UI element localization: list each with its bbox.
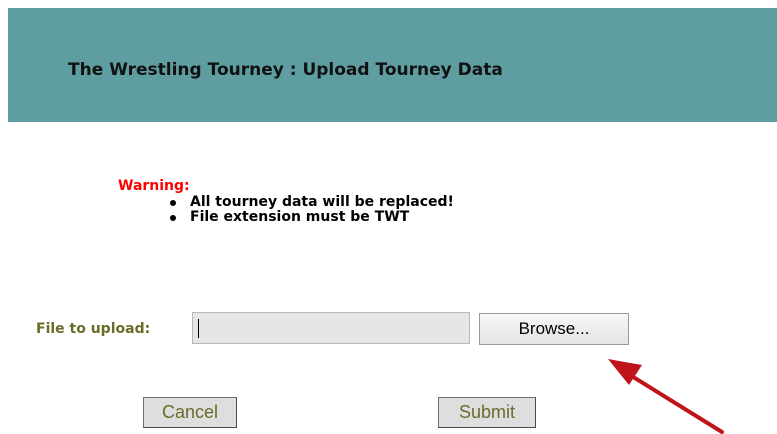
warning-label: Warning:: [118, 178, 190, 194]
upload-page: The Wrestling Tourney : Upload Tourney D…: [0, 0, 777, 434]
text-cursor: [198, 319, 199, 338]
cancel-button[interactable]: Cancel: [143, 397, 237, 428]
warning-item: File extension must be TWT: [118, 210, 454, 225]
warning-item: All tourney data will be replaced!: [118, 195, 454, 210]
browse-button[interactable]: Browse...: [479, 313, 629, 345]
arrow-icon: [608, 359, 724, 434]
warning-list: All tourney data will be replaced! File …: [118, 195, 454, 225]
page-title: The Wrestling Tourney : Upload Tourney D…: [68, 60, 503, 80]
warning-block: Warning: All tourney data will be replac…: [118, 178, 454, 225]
file-path-input[interactable]: [192, 312, 470, 344]
submit-button[interactable]: Submit: [438, 397, 536, 428]
file-upload-label: File to upload:: [36, 321, 151, 337]
page-header: The Wrestling Tourney : Upload Tourney D…: [8, 8, 777, 122]
arrow-shaft: [628, 373, 724, 434]
